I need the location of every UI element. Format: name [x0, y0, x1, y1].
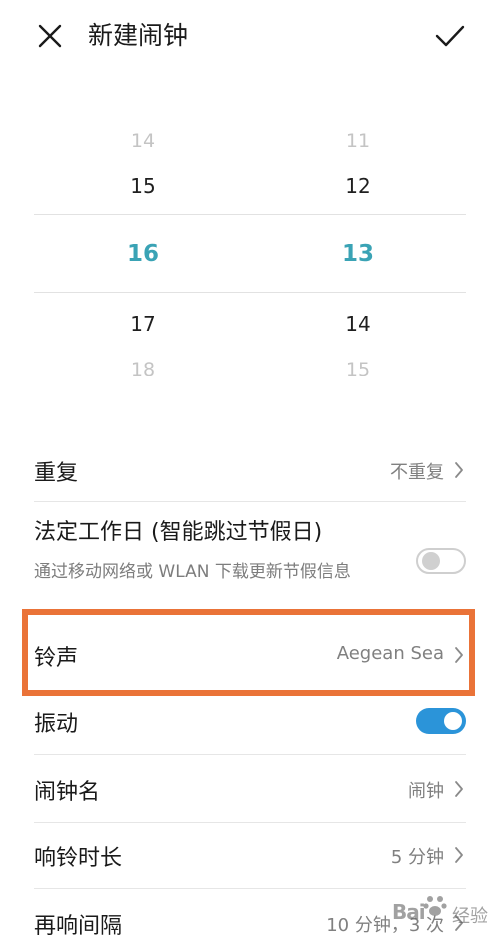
watermark-logo: Bai 经验 [388, 890, 496, 942]
chevron-right-icon [455, 847, 463, 863]
time-picker: 14 15 16 17 18 11 12 13 14 15 [0, 118, 500, 388]
picker-selection-line-bottom [34, 292, 466, 293]
repeat-value: 不重复 [390, 462, 444, 483]
watermark-suffix: 经验 [452, 906, 488, 927]
divider [34, 501, 466, 502]
alarm-name-row[interactable]: 闹钟名 闹钟 [34, 766, 466, 818]
divider [34, 888, 466, 889]
ring-duration-row[interactable]: 响铃时长 5 分钟 [34, 832, 466, 884]
vibrate-label: 振动 [34, 712, 79, 737]
close-icon[interactable] [36, 22, 64, 50]
workday-row[interactable]: 法定工作日 (智能跳过节假日) 通过移动网络或 WLAN 下载更新节假信息 [34, 510, 466, 610]
minute-wheel[interactable]: 11 12 13 14 15 [298, 118, 418, 388]
hour-option[interactable]: 14 [83, 130, 203, 152]
hour-option[interactable]: 17 [83, 311, 203, 337]
watermark-text: Bai [392, 900, 426, 924]
repeat-label: 重复 [34, 461, 79, 486]
ringtone-value: Aegean Sea [336, 643, 444, 664]
chevron-right-icon [455, 462, 463, 478]
selected-hour[interactable]: 16 [83, 239, 203, 269]
page-title: 新建闹钟 [88, 21, 189, 50]
minute-option[interactable]: 11 [298, 130, 418, 152]
minute-option[interactable]: 14 [298, 311, 418, 337]
alarm-name-value: 闹钟 [408, 781, 444, 802]
workday-subtitle: 通过移动网络或 WLAN 下载更新节假信息 [34, 562, 351, 582]
minute-option[interactable]: 15 [298, 358, 418, 376]
selected-minute[interactable]: 13 [298, 239, 418, 269]
divider [34, 754, 466, 755]
repeat-row[interactable]: 重复 不重复 [34, 448, 466, 500]
hour-option[interactable]: 15 [83, 173, 203, 199]
ringtone-label: 铃声 [34, 646, 79, 671]
ring-duration-value: 5 分钟 [390, 847, 444, 868]
chevron-right-icon [455, 647, 463, 663]
alarm-name-label: 闹钟名 [34, 780, 101, 805]
picker-selection-line-top [34, 214, 466, 215]
workday-label: 法定工作日 (智能跳过节假日) [34, 520, 323, 545]
divider [34, 822, 466, 823]
hour-wheel[interactable]: 14 15 16 17 18 [83, 118, 203, 388]
hour-option[interactable]: 18 [83, 358, 203, 376]
workday-toggle[interactable] [416, 548, 466, 574]
paw-icon [423, 896, 447, 916]
ringtone-row[interactable]: 铃声 Aegean Sea [34, 630, 466, 682]
vibrate-row[interactable]: 振动 [34, 700, 466, 748]
vibrate-toggle[interactable] [416, 708, 466, 734]
ring-duration-label: 响铃时长 [34, 846, 123, 871]
toggle-knob [422, 552, 440, 570]
chevron-right-icon [455, 781, 463, 797]
toggle-knob [444, 712, 462, 730]
check-icon[interactable] [434, 20, 466, 52]
minute-option[interactable]: 12 [298, 173, 418, 199]
app-header: 新建闹钟 [0, 0, 500, 72]
snooze-interval-label: 再响间隔 [34, 914, 123, 939]
